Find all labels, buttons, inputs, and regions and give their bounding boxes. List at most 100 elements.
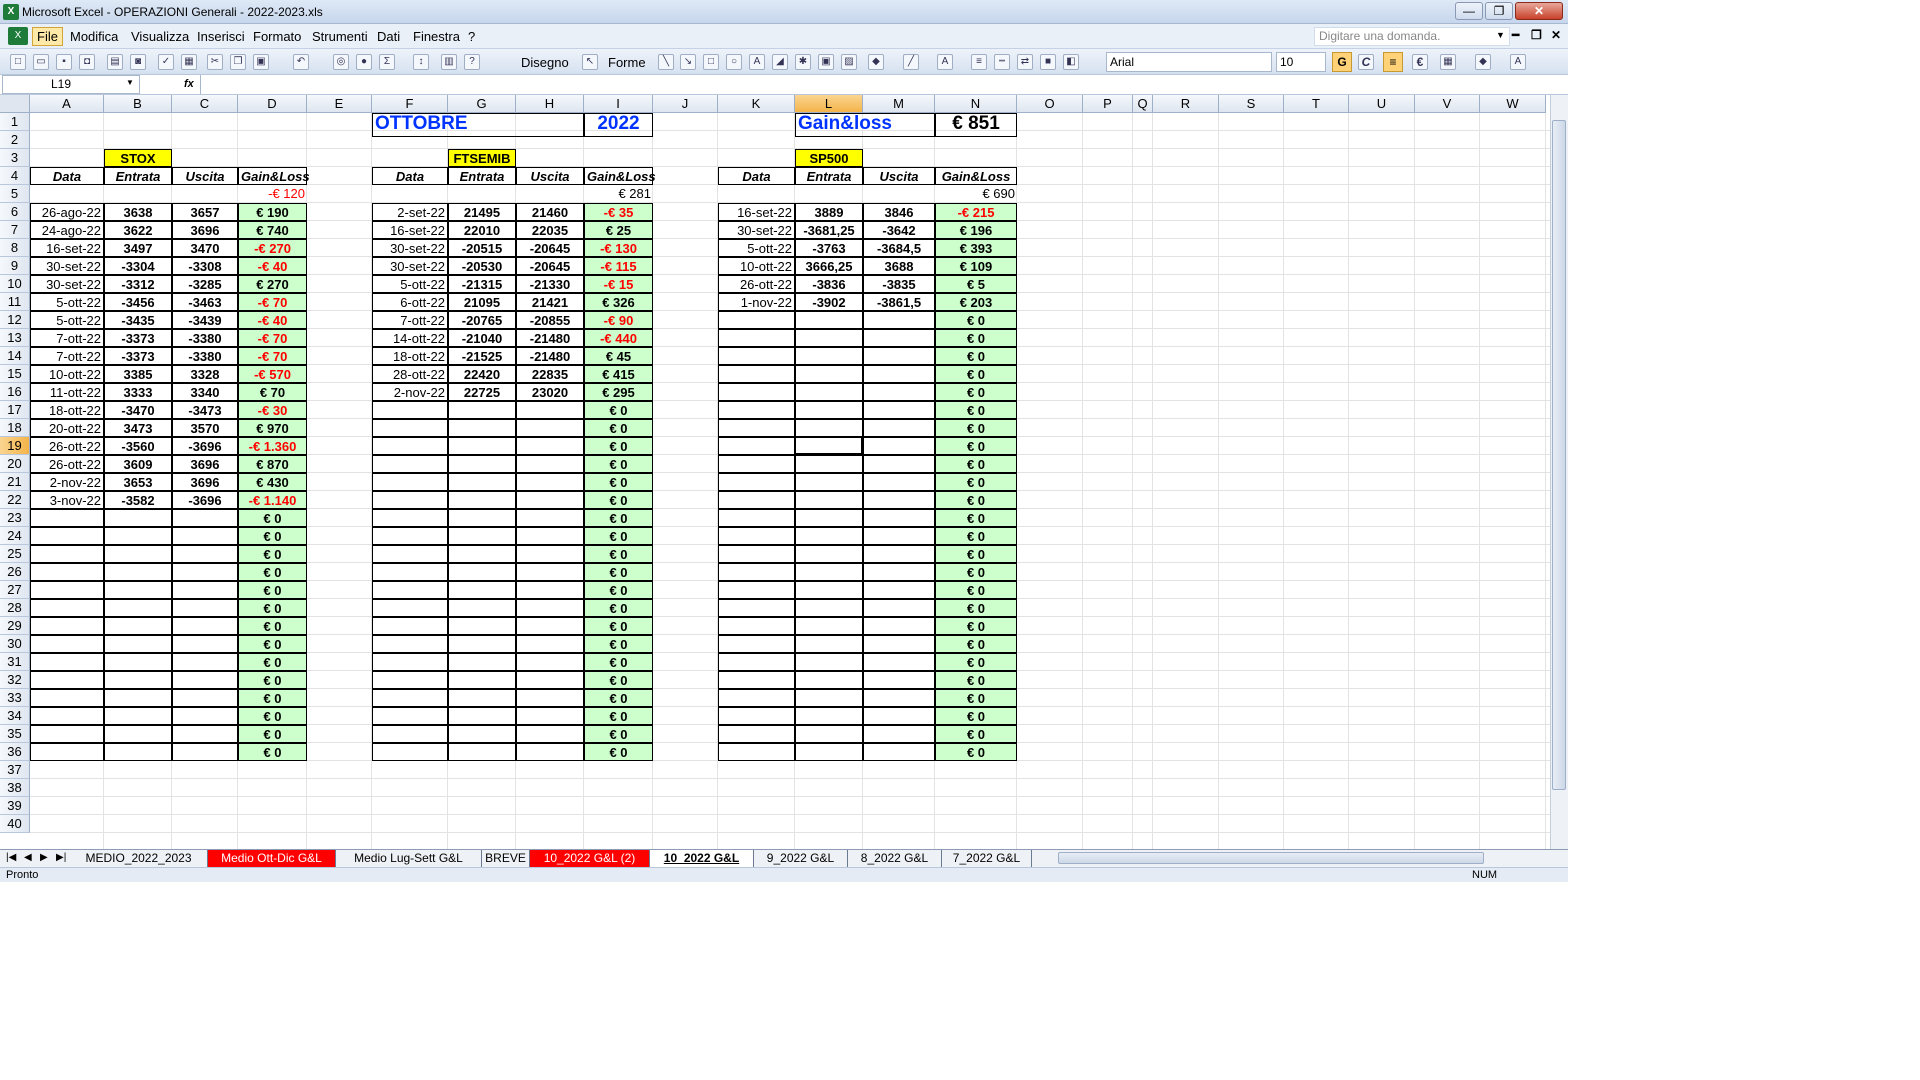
- ftsemib-exit-cell[interactable]: [516, 509, 584, 527]
- row-header-31[interactable]: 31: [0, 653, 30, 671]
- ftsemib-date-cell[interactable]: 18-ott-22: [372, 347, 448, 365]
- last-sheet-icon[interactable]: ▶|: [56, 852, 66, 863]
- help-search-input[interactable]: Digitare una domanda.: [1314, 27, 1510, 46]
- sp500-exit-cell[interactable]: [863, 653, 935, 671]
- stox-gl-cell[interactable]: € 430: [238, 473, 307, 491]
- ftsemib-exit-cell[interactable]: [516, 581, 584, 599]
- ftsemib-entry-cell[interactable]: [448, 419, 516, 437]
- stox-exit-cell[interactable]: -3696: [172, 491, 238, 509]
- row-header-27[interactable]: 27: [0, 581, 30, 599]
- sp500-date-cell[interactable]: [718, 473, 795, 491]
- sp500-date-cell[interactable]: [718, 365, 795, 383]
- sp500-entry-cell[interactable]: [795, 707, 863, 725]
- row-header-21[interactable]: 21: [0, 473, 30, 491]
- stox-date-cell[interactable]: [30, 509, 104, 527]
- ftsemib-gl-cell[interactable]: € 0: [584, 743, 653, 761]
- sp500-exit-cell[interactable]: [863, 509, 935, 527]
- sp500-exit-cell[interactable]: -3861,5: [863, 293, 935, 311]
- sp500-gl-cell[interactable]: € 0: [935, 311, 1017, 329]
- sp500-date-cell[interactable]: [718, 617, 795, 635]
- month-label[interactable]: OTTOBRE: [372, 113, 584, 137]
- row-header-7[interactable]: 7: [0, 221, 30, 239]
- draw-menu[interactable]: Disegno: [521, 55, 569, 70]
- column-header-p[interactable]: P: [1083, 95, 1133, 113]
- ftsemib-exit-cell[interactable]: [516, 707, 584, 725]
- save-icon[interactable]: ▪: [56, 54, 72, 70]
- ftsemib-exit-cell[interactable]: [516, 491, 584, 509]
- sp500-date-cell[interactable]: [718, 725, 795, 743]
- ftsemib-gl-cell[interactable]: € 326: [584, 293, 653, 311]
- chart-wizard-icon[interactable]: ▥: [441, 54, 457, 70]
- mdi-restore-icon[interactable]: ❐: [1531, 28, 1542, 42]
- stox-date-cell[interactable]: 11-ott-22: [30, 383, 104, 401]
- font-color-icon[interactable]: A: [937, 54, 953, 70]
- italic-button[interactable]: C: [1358, 54, 1374, 70]
- sp500-gl-cell[interactable]: € 0: [935, 617, 1017, 635]
- stox-gl-cell[interactable]: € 0: [238, 527, 307, 545]
- stox-entry-cell[interactable]: [104, 743, 172, 761]
- ftsemib-gl-cell[interactable]: € 0: [584, 419, 653, 437]
- sp500-date-cell[interactable]: [718, 419, 795, 437]
- stox-gl-cell[interactable]: € 0: [238, 545, 307, 563]
- stox-date-cell[interactable]: 10-ott-22: [30, 365, 104, 383]
- stox-entry-cell[interactable]: 3622: [104, 221, 172, 239]
- stox-gl-cell[interactable]: € 0: [238, 563, 307, 581]
- ftsemib-date-cell[interactable]: 7-ott-22: [372, 311, 448, 329]
- stox-date-cell[interactable]: [30, 725, 104, 743]
- row-header-9[interactable]: 9: [0, 257, 30, 275]
- menu-inserisci[interactable]: Inserisci: [193, 27, 249, 46]
- sp500-exit-cell[interactable]: [863, 617, 935, 635]
- sp500-gl-cell[interactable]: € 0: [935, 545, 1017, 563]
- stox-entry-cell[interactable]: 3609: [104, 455, 172, 473]
- sp500-entry-cell[interactable]: [795, 347, 863, 365]
- stox-gl-cell[interactable]: € 270: [238, 275, 307, 293]
- ftsemib-gl-cell[interactable]: € 0: [584, 473, 653, 491]
- gain-loss-label[interactable]: Gain&loss: [795, 113, 935, 137]
- mdi-minimize-icon[interactable]: ━: [1512, 28, 1519, 42]
- line-icon[interactable]: ╲: [658, 54, 674, 70]
- ftsemib-exit-cell[interactable]: -21480: [516, 347, 584, 365]
- ftsemib-date-cell[interactable]: [372, 419, 448, 437]
- stox-entry-cell[interactable]: -3312: [104, 275, 172, 293]
- sp500-date-cell[interactable]: [718, 329, 795, 347]
- stox-date-cell[interactable]: 5-ott-22: [30, 293, 104, 311]
- sp500-exit-cell[interactable]: [863, 329, 935, 347]
- ftsemib-entry-cell[interactable]: [448, 653, 516, 671]
- stox-entry-cell[interactable]: [104, 671, 172, 689]
- ftsemib-date-cell[interactable]: [372, 527, 448, 545]
- sp500-exit-cell[interactable]: [863, 545, 935, 563]
- stox-exit-cell[interactable]: 3657: [172, 203, 238, 221]
- stox-date-cell[interactable]: 16-set-22: [30, 239, 104, 257]
- arrow-style-icon[interactable]: ⇄: [1017, 54, 1033, 70]
- euro-format-button[interactable]: €: [1412, 54, 1428, 70]
- ftsemib-date-cell[interactable]: 16-set-22: [372, 221, 448, 239]
- close-button[interactable]: ✕: [1515, 2, 1563, 20]
- ftsemib-gl-cell[interactable]: € 0: [584, 707, 653, 725]
- stox-gl-cell[interactable]: -€ 70: [238, 347, 307, 365]
- new-icon[interactable]: □: [10, 54, 26, 70]
- row-header-5[interactable]: 5: [0, 185, 30, 203]
- borders-icon[interactable]: ▦: [1440, 54, 1456, 70]
- picture-icon[interactable]: ▨: [841, 54, 857, 70]
- 3d-icon[interactable]: ◧: [1063, 54, 1079, 70]
- ftsemib-date-cell[interactable]: [372, 473, 448, 491]
- sp500-heading-exit[interactable]: Uscita: [863, 167, 935, 185]
- maximize-button[interactable]: ❐: [1485, 2, 1513, 20]
- sp500-gl-cell[interactable]: € 0: [935, 383, 1017, 401]
- ftsemib-entry-cell[interactable]: [448, 581, 516, 599]
- stox-entry-cell[interactable]: [104, 527, 172, 545]
- stox-exit-cell[interactable]: -3463: [172, 293, 238, 311]
- column-header-b[interactable]: B: [104, 95, 172, 113]
- horizontal-scroll-thumb[interactable]: [1058, 852, 1484, 864]
- ftsemib-date-cell[interactable]: 5-ott-22: [372, 275, 448, 293]
- ftsemib-gl-cell[interactable]: € 0: [584, 635, 653, 653]
- sp500-gl-cell[interactable]: € 0: [935, 473, 1017, 491]
- stox-exit-cell[interactable]: [172, 563, 238, 581]
- ftsemib-date-cell[interactable]: 6-ott-22: [372, 293, 448, 311]
- stox-entry-cell[interactable]: -3373: [104, 347, 172, 365]
- ftsemib-entry-cell[interactable]: [448, 707, 516, 725]
- stox-gl-cell[interactable]: € 0: [238, 509, 307, 527]
- sp500-entry-cell[interactable]: [795, 743, 863, 761]
- row-header-14[interactable]: 14: [0, 347, 30, 365]
- ftsemib-entry-cell[interactable]: 22725: [448, 383, 516, 401]
